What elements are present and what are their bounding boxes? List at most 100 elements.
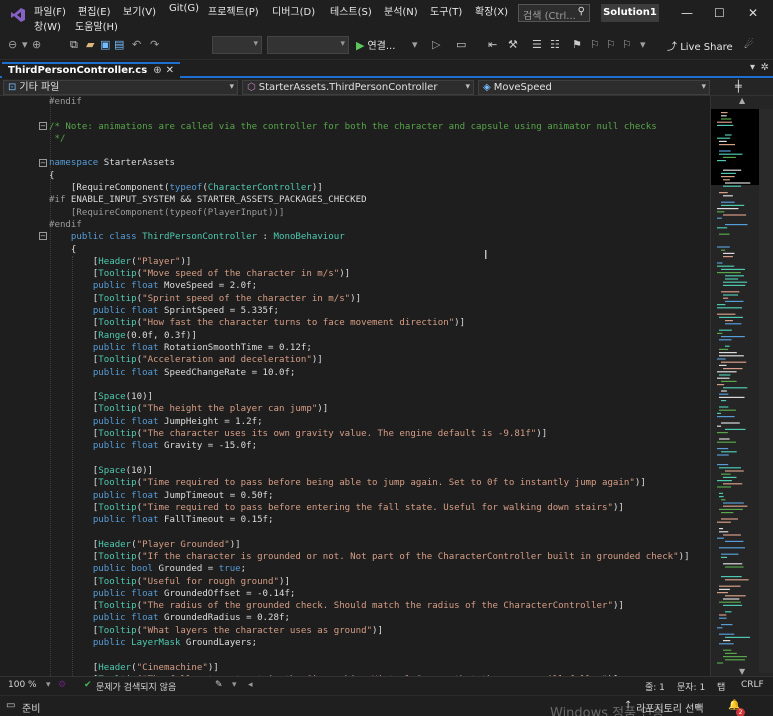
code-line[interactable]: public class ThirdPersonController : Mon… <box>49 231 690 243</box>
menu-file[interactable]: 파일(F) <box>34 3 66 18</box>
settings-gear-icon[interactable]: ✲ <box>761 62 769 73</box>
fold-collapse-icon[interactable]: − <box>39 122 47 130</box>
code-line[interactable]: public float GroundedRadius = 0.28f; <box>49 612 690 624</box>
code-line[interactable]: public float Gravity = -15.0f; <box>49 440 690 452</box>
code-line[interactable]: [Header("Player Grounded")] <box>49 539 690 551</box>
save-all-icon[interactable]: ▤ <box>114 38 124 51</box>
code-line[interactable] <box>49 453 690 465</box>
dropdown-arrow-icon[interactable]: ▾ <box>46 680 51 690</box>
fold-collapse-icon[interactable]: − <box>39 159 47 167</box>
code-line[interactable]: public float MoveSpeed = 2.0f; <box>49 280 690 292</box>
brush-icon[interactable]: ✎ <box>215 680 223 690</box>
code-line[interactable]: [RequireComponent(typeof(PlayerInput))] <box>49 207 690 219</box>
redo-icon[interactable]: ↷ <box>150 38 159 51</box>
scroll-track[interactable] <box>759 109 773 673</box>
code-line[interactable] <box>49 108 690 120</box>
code-line[interactable]: public float JumpHeight = 1.2f; <box>49 416 690 428</box>
minimize-button[interactable]: — <box>681 6 693 20</box>
code-line[interactable] <box>49 526 690 538</box>
bookmark-clear-icon[interactable]: ⚐ <box>622 38 632 51</box>
dropdown-arrow-icon[interactable]: ▾ <box>412 38 418 51</box>
format-icon[interactable]: ⇤ <box>488 38 497 51</box>
menu-test[interactable]: 테스트(S) <box>330 3 372 18</box>
code-line[interactable]: [Header("Cinemachine")] <box>49 662 690 674</box>
tools-icon[interactable]: ⚒ <box>508 38 518 51</box>
dropdown-arrow-icon[interactable]: ▾ <box>22 38 28 51</box>
close-button[interactable]: ✕ <box>748 6 758 20</box>
code-line[interactable]: [Tooltip("The radius of the grounded che… <box>49 600 690 612</box>
pin-icon[interactable]: ⊕ <box>153 65 161 76</box>
code-line[interactable]: public float GroundedOffset = -0.14f; <box>49 588 690 600</box>
code-line[interactable]: public float RotationSmoothTime = 0.12f; <box>49 342 690 354</box>
menu-git[interactable]: Git(G) <box>169 3 199 14</box>
tab-third-person-controller[interactable]: ThirdPersonController.cs ⊕ ✕ <box>2 62 180 78</box>
split-editor-icon[interactable]: ╪ <box>735 80 742 93</box>
project-select[interactable]: ⊡ 기타 파일 <box>3 80 238 95</box>
menu-window[interactable]: 창(W) <box>34 18 61 33</box>
navigate-forward-icon[interactable]: ⊕ <box>32 38 41 51</box>
code-line[interactable]: public float SpeedChangeRate = 10.0f; <box>49 367 690 379</box>
column-number[interactable]: 문자: 1 <box>677 680 705 693</box>
code-line[interactable]: [Tooltip("Sprint speed of the character … <box>49 293 690 305</box>
maximize-button[interactable]: ☐ <box>714 6 725 20</box>
code-line[interactable]: [Tooltip("Useful for rough ground")] <box>49 576 690 588</box>
fold-collapse-icon[interactable]: − <box>39 232 47 240</box>
uncomment-icon[interactable]: ☷ <box>550 38 560 51</box>
member-select[interactable]: ◈ MoveSpeed <box>478 80 710 95</box>
code-line[interactable]: */ <box>49 133 690 145</box>
code-line[interactable]: [Tooltip("The character uses its own gra… <box>49 428 690 440</box>
navigate-back-icon[interactable]: ⊖ <box>8 38 17 51</box>
menu-help[interactable]: 도움말(H) <box>75 18 118 33</box>
code-line[interactable]: { <box>49 244 690 256</box>
repository-select[interactable]: 리포지토리 선택 <box>636 700 704 715</box>
start-without-debug-icon[interactable]: ▷ <box>432 38 440 51</box>
code-line[interactable]: [Tooltip("How fast the character turns t… <box>49 317 690 329</box>
dropdown-arrow-icon[interactable]: ▾ <box>232 680 237 690</box>
platform-select[interactable] <box>267 36 349 54</box>
menu-debug[interactable]: 디버그(D) <box>272 3 315 18</box>
code-line[interactable]: public bool Grounded = true; <box>49 563 690 575</box>
code-line[interactable]: public float FallTimeout = 0.15f; <box>49 514 690 526</box>
issues-status[interactable]: 문제가 검색되지 않음 <box>96 680 176 693</box>
code-editor[interactable]: − − − #endif /* Note: animations are call… <box>0 96 710 676</box>
code-line[interactable]: #endif <box>49 219 690 231</box>
search-input[interactable]: 검색 (Ctrl... ⚲ <box>518 4 590 22</box>
code-line[interactable] <box>49 379 690 391</box>
open-folder-icon[interactable]: ▰ <box>86 38 94 51</box>
bookmark-next-icon[interactable]: ⚐ <box>606 38 616 51</box>
code-line[interactable]: { <box>49 170 690 182</box>
class-select[interactable]: ⬡ StarterAssets.ThirdPersonController <box>242 80 474 95</box>
feedback-icon[interactable]: ☄ <box>744 38 754 51</box>
menu-extensions[interactable]: 확장(X) <box>475 3 508 18</box>
close-tab-icon[interactable]: ✕ <box>166 65 174 76</box>
code-line[interactable]: /* Note: animations are called via the c… <box>49 121 690 133</box>
code-line[interactable]: [RequireComponent(typeof(CharacterContro… <box>49 182 690 194</box>
menu-edit[interactable]: 편집(E) <box>78 3 111 18</box>
comment-icon[interactable]: ☰ <box>532 38 542 51</box>
dropdown-arrow-icon[interactable]: ▴ <box>696 700 701 711</box>
code-line[interactable]: [Tooltip("The height the player can jump… <box>49 403 690 415</box>
zoom-level[interactable]: 100 % <box>8 680 37 690</box>
browser-link-icon[interactable]: ▭ <box>456 38 466 51</box>
scroll-down-icon[interactable]: ▼ <box>739 667 745 676</box>
code-line[interactable]: #endif <box>49 96 690 108</box>
line-number[interactable]: 줄: 1 <box>645 680 665 693</box>
configuration-select[interactable] <box>212 36 262 54</box>
bookmark-icon[interactable]: ⚑ <box>572 38 582 51</box>
undo-icon[interactable]: ↶ <box>132 38 141 51</box>
code-line[interactable]: [Tooltip("What layers the character uses… <box>49 625 690 637</box>
code-line[interactable] <box>49 145 690 157</box>
code-line[interactable]: [Tooltip("Time required to pass before e… <box>49 502 690 514</box>
code-line[interactable]: [Tooltip("Time required to pass before b… <box>49 477 690 489</box>
code-line[interactable]: [Header("Player")] <box>49 256 690 268</box>
nav-back-icon[interactable]: ◂ <box>248 680 253 690</box>
menu-analyze[interactable]: 분석(N) <box>384 3 418 18</box>
code-line[interactable]: [Space(10)] <box>49 391 690 403</box>
code-line[interactable]: public LayerMask GroundLayers; <box>49 637 690 649</box>
new-project-icon[interactable]: ⧉ <box>70 38 78 52</box>
start-button[interactable]: ▶ 연결... <box>356 37 395 52</box>
code-line[interactable]: namespace StarterAssets <box>49 157 690 169</box>
code-line[interactable]: #if ENABLE_INPUT_SYSTEM && STARTER_ASSET… <box>49 194 690 206</box>
solution-name-badge[interactable]: Solution1 <box>601 4 659 22</box>
menu-view[interactable]: 보기(V) <box>123 3 156 18</box>
